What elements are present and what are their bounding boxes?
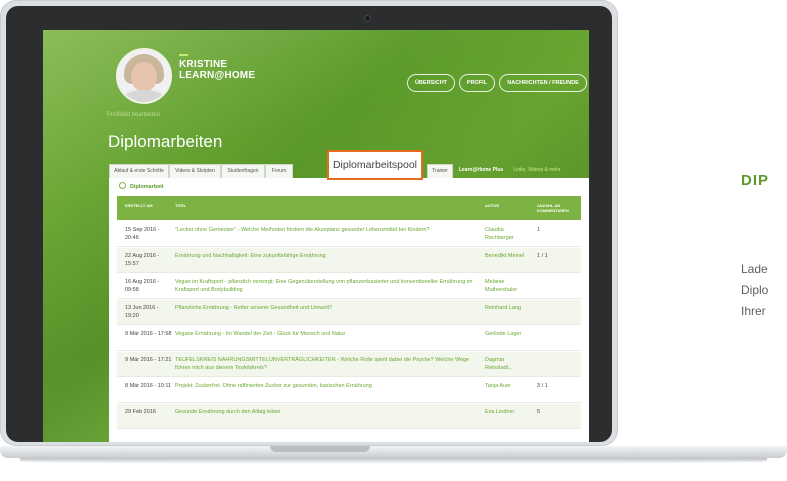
row-comment-count: 1 xyxy=(537,227,541,233)
section-text-line-3: Ihrer xyxy=(741,304,766,318)
table-row: 15 Sep 2016 - 20:46 "Lecker ohne Gemecke… xyxy=(117,222,581,247)
laptop-base xyxy=(0,446,787,481)
column-header-author[interactable]: AUTOR xyxy=(485,203,499,208)
table-row: 13 Jun 2016 - 19:20 Pflanzliche Ernährun… xyxy=(117,300,581,325)
laptop-bezel: Profilbild bearbeiten KRISTINE LEARN@HOM… xyxy=(6,6,612,442)
nav-ubersicht-button[interactable]: ÜBERSICHT xyxy=(407,74,455,92)
row-author-link[interactable]: Tanja Auer xyxy=(485,382,533,390)
brand-accent xyxy=(179,54,188,56)
tab-studienfragen[interactable]: Studienfragen xyxy=(221,164,265,179)
nav-nachrichten-button[interactable]: NACHRICHTEN / FREUNDE xyxy=(499,74,587,92)
row-author-link[interactable]: Dagmar Reinstadl... xyxy=(485,356,533,372)
section-text-line-1: Lade xyxy=(741,262,768,276)
row-date: 9 Mär 2016 - 17:58 xyxy=(125,331,172,337)
breadcrumb[interactable]: Diplomarbeit xyxy=(119,182,164,190)
row-author-link[interactable]: Gerlinde Luger xyxy=(485,330,533,338)
table-row: 16 Aug 2016 - 09:58 Vegan im Kraftsport … xyxy=(117,274,581,299)
table-row: 9 Mär 2016 - 17:58 Vegane Ernährung - Im… xyxy=(117,326,581,351)
row-date: 9 Mär 2016 - 17:21 xyxy=(125,357,172,363)
row-title-link[interactable]: TEUFELSKREIS NAHRUNGSMITTELUNVERTRÄGLICH… xyxy=(175,356,475,372)
row-comment-count: 3 / 1 xyxy=(537,383,548,389)
column-header-title[interactable]: TITEL xyxy=(175,203,186,208)
row-title-link[interactable]: Projekt: Zuckerfrei. Ohne raffinierten Z… xyxy=(175,382,475,390)
laptop-lid: Profilbild bearbeiten KRISTINE LEARN@HOM… xyxy=(0,0,618,446)
tab-forum[interactable]: Forum xyxy=(265,164,293,179)
edit-profile-picture-link[interactable]: Profilbild bearbeiten xyxy=(107,112,160,118)
breadcrumb-label: Diplomarbeit xyxy=(130,184,164,190)
tab-learnathome-plus[interactable]: Learn@Home Plus xyxy=(457,164,505,177)
row-title-link[interactable]: Pflanzliche Ernährung - Retter unserer G… xyxy=(175,304,475,312)
brand-line-2: LEARN@HOME xyxy=(179,70,256,81)
nav-profil-button[interactable]: PROFIL xyxy=(459,74,495,92)
row-date: 22 Aug 2016 - 15:57 xyxy=(125,253,160,267)
column-header-date[interactable]: ERSTELLT AM xyxy=(125,203,153,208)
row-date: 8 Mär 2016 - 10:11 xyxy=(125,383,172,389)
tab-ablauf[interactable]: Ablauf & erste Schritte xyxy=(109,164,169,179)
content-panel: Diplomarbeit ERSTELLT AM TITEL AUTOR ANZ… xyxy=(109,178,589,442)
laptop-notch xyxy=(270,446,370,452)
brand-logo[interactable]: KRISTINE LEARN@HOME xyxy=(179,59,255,81)
row-date: 16 Aug 2016 - 09:58 xyxy=(125,279,160,293)
section-heading: DIP xyxy=(741,172,770,189)
row-title-link[interactable]: "Lecker ohne Gemecker" - Welche Methoden… xyxy=(175,226,475,234)
webcam xyxy=(365,16,370,21)
circle-icon xyxy=(119,182,126,189)
row-title-link[interactable]: Vegan im Kraftsport - pflanzlich versorg… xyxy=(175,278,475,294)
row-comment-count: 5 xyxy=(537,409,541,415)
tab-diplomarbeitspool[interactable]: Diplomarbeitspool xyxy=(327,150,423,180)
row-author-link[interactable]: Eva Lindner xyxy=(485,408,533,416)
row-title-link[interactable]: Vegane Ernährung - Im Wandel der Zeit - … xyxy=(175,330,475,338)
table-row: 9 Mär 2016 - 17:21 TEUFELSKREIS NAHRUNGS… xyxy=(117,352,581,377)
table-row: 8 Mär 2016 - 10:11 Projekt: Zuckerfrei. … xyxy=(117,378,581,403)
row-date: 13 Jun 2016 - 19:20 xyxy=(125,305,159,319)
tab-links-videos[interactable]: Links, Videos & mehr xyxy=(507,164,567,177)
table-row: 22 Aug 2016 - 15:57 Ernährung und Nachha… xyxy=(117,248,581,273)
table-header: ERSTELLT AM TITEL AUTOR ANZAHL AN KOMMEN… xyxy=(117,196,581,220)
row-date: 15 Sep 2016 - 20:46 xyxy=(125,227,160,241)
row-author-link[interactable]: Melanie Muthershaler xyxy=(485,278,533,294)
avatar[interactable] xyxy=(116,48,172,104)
section-text-line-2: Diplo xyxy=(741,283,769,297)
table-row: 29 Feb 2016 Gesunde Ernährung durch den … xyxy=(117,404,581,429)
row-author-link[interactable]: Reinhard Lang xyxy=(485,304,533,312)
row-date: 29 Feb 2016 xyxy=(125,409,156,415)
column-header-comments[interactable]: ANZAHL AN KOMMENTAREN xyxy=(537,203,577,213)
row-title-link[interactable]: Ernährung und Nachhaltigkeit: Eine zukun… xyxy=(175,252,475,260)
row-comment-count: 1 / 1 xyxy=(537,253,548,259)
brand-line-1: KRISTINE xyxy=(179,59,228,70)
row-author-link[interactable]: Claudia Rechberger xyxy=(485,226,533,242)
laptop-screen: Profilbild bearbeiten KRISTINE LEARN@HOM… xyxy=(43,30,589,442)
page-title: Diplomarbeiten xyxy=(108,132,223,151)
tab-videos[interactable]: Videos & Skripten xyxy=(169,164,221,179)
row-author-link[interactable]: Benedikt Meinel xyxy=(485,252,533,260)
row-title-link[interactable]: Gesunde Ernährung durch den Alltag leben xyxy=(175,408,475,416)
tab-trainer[interactable]: Trainer xyxy=(427,164,453,179)
